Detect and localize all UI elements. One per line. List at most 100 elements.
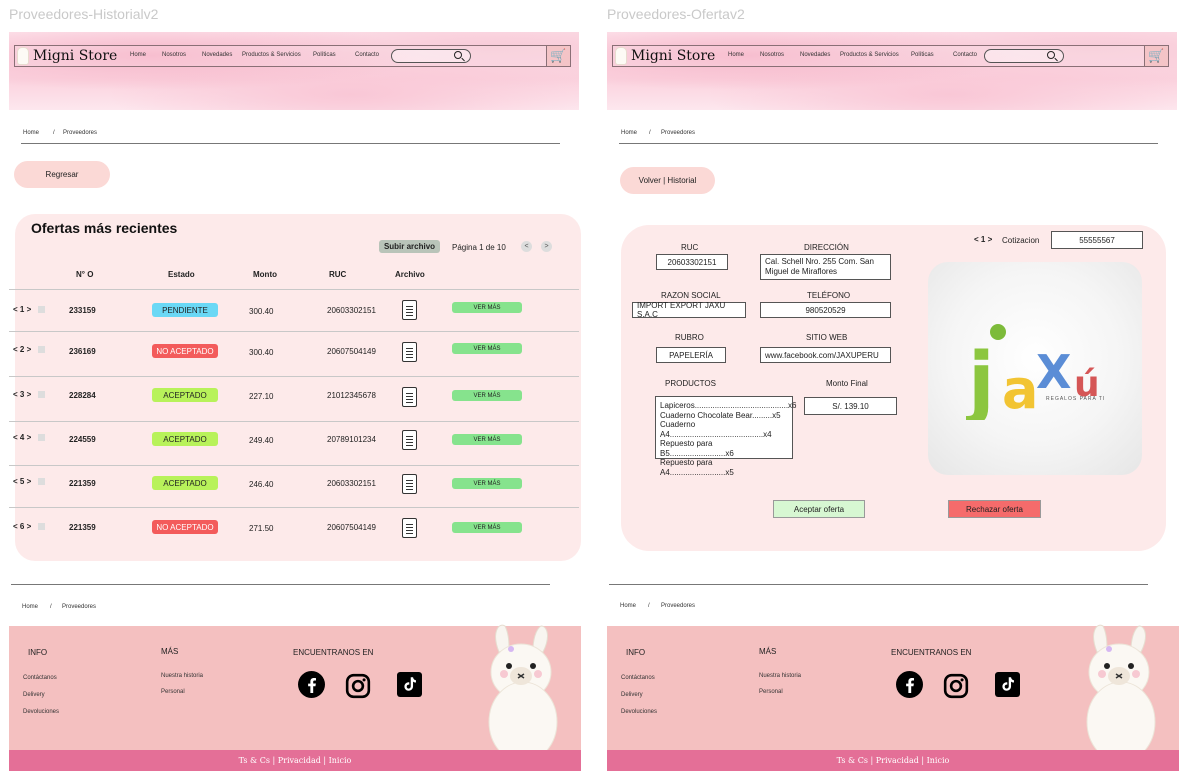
prev-page-button[interactable]: < <box>521 241 532 252</box>
breadcrumb-home[interactable]: Home <box>22 604 38 610</box>
footer-link-contactanos[interactable]: Contáctanos <box>621 675 655 681</box>
brand-name[interactable]: Migni Store <box>33 48 117 64</box>
breadcrumb-current[interactable]: Proveedores <box>62 604 96 610</box>
breadcrumb-home[interactable]: Home <box>621 130 637 136</box>
ver-mas-button[interactable]: VER MÁS <box>452 434 522 445</box>
ver-mas-button[interactable]: VER MÁS <box>452 390 522 401</box>
footer-bottom-bar[interactable]: Ts & Cs | Privacidad | Inicio <box>9 750 581 771</box>
nav-productos[interactable]: Productos & Servicios <box>242 52 301 58</box>
row-checkbox[interactable] <box>38 434 45 441</box>
search-input[interactable] <box>984 49 1064 63</box>
document-icon[interactable] <box>402 387 417 407</box>
footer-link-delivery[interactable]: Delivery <box>23 692 45 698</box>
ver-mas-button[interactable]: VER MÁS <box>452 478 522 489</box>
breadcrumb-current[interactable]: Proveedores <box>63 130 97 136</box>
status-badge: ACEPTADO <box>152 476 218 490</box>
row-index[interactable]: < 5 > <box>13 477 31 486</box>
razon-social-field[interactable]: IMPORT EXPORT JAXU S.A.C <box>632 301 746 319</box>
nav-politicas[interactable]: Políticas <box>313 52 336 58</box>
tiktok-icon[interactable] <box>995 672 1020 697</box>
upload-file-button[interactable]: Subir archivo <box>379 240 440 253</box>
ver-mas-button[interactable]: VER MÁS <box>452 343 522 354</box>
razon-social-label: RAZON SOCIAL <box>661 291 721 300</box>
cart-icon[interactable]: 🛒 <box>546 46 570 66</box>
footer-link-delivery[interactable]: Delivery <box>621 692 643 698</box>
column-header-ruc: RUC <box>329 270 347 279</box>
instagram-icon[interactable] <box>943 673 969 699</box>
nav-politicas[interactable]: Políticas <box>911 52 934 58</box>
footer-link-personal[interactable]: Personal <box>759 689 783 695</box>
offer-number: 224559 <box>69 435 96 444</box>
footer-link-devoluciones[interactable]: Devoluciones <box>23 709 59 715</box>
nav-productos[interactable]: Productos & Servicios <box>840 52 899 58</box>
footer-link-devoluciones[interactable]: Devoluciones <box>621 709 657 715</box>
status-badge: NO ACEPTADO <box>152 344 218 358</box>
instagram-icon[interactable] <box>345 673 371 699</box>
producto-item: Repuesto para A4........................… <box>660 458 734 477</box>
status-badge: ACEPTADO <box>152 388 218 402</box>
reject-offer-button[interactable]: Rechazar oferta <box>948 500 1041 518</box>
ver-mas-button[interactable]: VER MÁS <box>452 302 522 313</box>
direccion-field[interactable]: Cal. Schell Nro. 255 Com. San Miguel de … <box>760 254 891 280</box>
nav-contacto[interactable]: Contacto <box>355 52 379 58</box>
facebook-icon[interactable] <box>896 671 923 698</box>
llama-logo-icon[interactable] <box>17 47 29 65</box>
ver-mas-button[interactable]: VER MÁS <box>452 522 522 533</box>
row-index[interactable]: < 6 > <box>13 522 31 531</box>
footer-link-contactanos[interactable]: Contáctanos <box>23 675 57 681</box>
footer-bottom-bar[interactable]: Ts & Cs | Privacidad | Inicio <box>607 750 1179 771</box>
nav-home[interactable]: Home <box>728 52 744 58</box>
productos-list[interactable]: Lapiceros...............................… <box>655 396 797 477</box>
row-checkbox[interactable] <box>38 346 45 353</box>
row-checkbox[interactable] <box>38 391 45 398</box>
ruc-field[interactable]: 20603302151 <box>656 254 728 270</box>
row-checkbox[interactable] <box>38 523 45 530</box>
breadcrumb-sep: / <box>649 130 651 136</box>
rubro-field[interactable]: PAPELERÍA <box>656 347 726 363</box>
telefono-field[interactable]: 980520529 <box>760 302 891 318</box>
document-icon[interactable] <box>402 474 417 494</box>
cart-icon[interactable]: 🛒 <box>1144 46 1168 66</box>
nav-novedades[interactable]: Novedades <box>800 52 830 58</box>
breadcrumb-current[interactable]: Proveedores <box>661 130 695 136</box>
facebook-icon[interactable] <box>298 671 325 698</box>
brand-name[interactable]: Migni Store <box>631 48 715 64</box>
oferta-page: Migni Store Home Nosotros Novedades Prod… <box>607 32 1179 772</box>
llama-logo-icon[interactable] <box>615 47 627 65</box>
tiktok-icon[interactable] <box>397 672 422 697</box>
breadcrumb-home[interactable]: Home <box>620 603 636 609</box>
regresar-button[interactable]: Regresar <box>14 161 110 188</box>
row-index[interactable]: < 2 > <box>13 345 31 354</box>
row-index[interactable]: < 4 > <box>13 433 31 442</box>
footer-link-historia[interactable]: Nuestra historia <box>759 673 801 679</box>
nav-novedades[interactable]: Novedades <box>202 52 232 58</box>
search-icon[interactable] <box>1047 51 1055 59</box>
document-icon[interactable] <box>402 300 417 320</box>
nav-contacto[interactable]: Contacto <box>953 52 977 58</box>
row-checkbox[interactable] <box>38 478 45 485</box>
document-icon[interactable] <box>402 342 417 362</box>
nav-home[interactable]: Home <box>130 52 146 58</box>
footer-link-historia[interactable]: Nuestra historia <box>161 673 203 679</box>
document-icon[interactable] <box>402 430 417 450</box>
nav-nosotros[interactable]: Nosotros <box>760 52 784 58</box>
row-index[interactable]: < 3 > <box>13 390 31 399</box>
document-icon[interactable] <box>402 518 417 538</box>
breadcrumb-current[interactable]: Proveedores <box>661 603 695 609</box>
row-index[interactable]: < 1 > <box>13 305 31 314</box>
search-icon[interactable] <box>454 51 462 59</box>
row-checkbox[interactable] <box>38 306 45 313</box>
monto-final-field[interactable]: S/. 139.10 <box>804 397 897 415</box>
volver-historial-button[interactable]: Volver | Historial <box>620 167 715 194</box>
offer-amount: 249.40 <box>249 436 274 445</box>
footer-link-personal[interactable]: Personal <box>161 689 185 695</box>
offer-index[interactable]: < 1 > <box>974 235 992 244</box>
nav-nosotros[interactable]: Nosotros <box>162 52 186 58</box>
search-input[interactable] <box>391 49 471 63</box>
breadcrumb-home[interactable]: Home <box>23 130 39 136</box>
offer-ruc: 20603302151 <box>327 479 376 488</box>
cotizacion-field[interactable]: 55555567 <box>1051 231 1143 249</box>
accept-offer-button[interactable]: Aceptar oferta <box>773 500 865 518</box>
next-page-button[interactable]: > <box>541 241 552 252</box>
sitio-web-field[interactable]: www.facebook.com/JAXUPERU <box>760 347 891 363</box>
